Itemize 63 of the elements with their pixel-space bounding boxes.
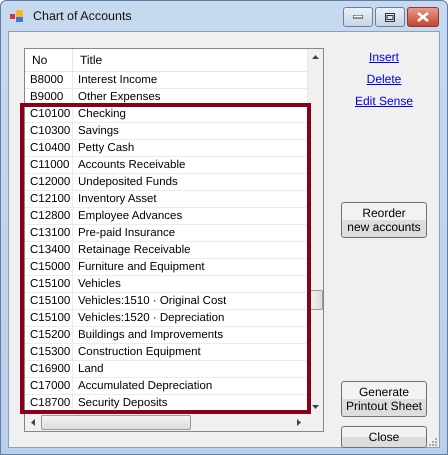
scroll-down-icon (312, 405, 319, 409)
account-number: B9000 (25, 89, 73, 105)
account-title: Inventory Asset (77, 192, 157, 207)
close-icon (417, 12, 429, 22)
scroll-thumb[interactable] (41, 415, 191, 430)
account-title: Vehicles:1510 · Original Cost (77, 294, 226, 309)
column-header[interactable]: Title (73, 49, 102, 71)
account-title: Land (77, 362, 104, 377)
account-number: C11000 (25, 157, 73, 173)
account-number: C15100 (25, 293, 73, 309)
column-header[interactable]: No (25, 49, 73, 71)
account-number: C13100 (25, 225, 73, 241)
scroll-left-icon (31, 419, 35, 426)
account-title: Other Expenses (77, 90, 160, 105)
account-title: Buildings and Improvements (77, 328, 224, 343)
account-number: C15000 (25, 259, 73, 275)
resize-grip-icon (427, 436, 437, 446)
account-title: Accounts Receivable (77, 158, 186, 173)
close-button[interactable] (407, 7, 439, 27)
maximize-icon (385, 12, 395, 22)
account-number: C15100 (25, 276, 73, 292)
account-title: Petty Cash (77, 141, 134, 156)
link[interactable]: Delete (366, 71, 402, 87)
link[interactable]: Edit Sense (354, 93, 414, 109)
action-button[interactable]: Reorder new accounts (341, 202, 427, 238)
account-number: C18700 (25, 395, 73, 411)
action-button[interactable]: Generate Printout Sheet (341, 381, 427, 417)
account-number: C15200 (25, 327, 73, 343)
link[interactable]: Insert (368, 49, 399, 65)
account-title: Checking (77, 107, 126, 122)
action-button[interactable]: Close (341, 426, 427, 448)
account-title: Employee Advances (77, 209, 182, 224)
account-title: Retainage Receivable (77, 243, 191, 258)
account-title: Vehicles (77, 277, 121, 292)
horizontal-scrollbar[interactable] (25, 414, 323, 431)
scroll-up-icon (312, 55, 319, 59)
account-title: Interest Income (77, 73, 158, 88)
window-title: Chart of Accounts (33, 9, 133, 23)
account-number: C17000 (25, 378, 73, 394)
account-number: C12100 (25, 191, 73, 207)
account-title: Vehicles:1520 · Depreciation (77, 311, 224, 326)
account-number: C12800 (25, 208, 73, 224)
account-number: C13400 (25, 242, 73, 258)
account-title: Accumulated Depreciation (77, 379, 212, 394)
account-title: Construction Equipment (77, 345, 201, 360)
account-title: Savings (77, 124, 119, 139)
account-title: Undeposited Funds (77, 175, 178, 190)
app-icon (9, 8, 25, 24)
scroll-right-icon (297, 419, 301, 426)
account-title: Furniture and Equipment (77, 260, 205, 275)
account-number: C10100 (25, 106, 73, 122)
account-number: C10400 (25, 140, 73, 156)
maximize-button[interactable] (375, 7, 405, 27)
account-number: C16900 (25, 361, 73, 377)
minimize-button[interactable] (343, 7, 373, 27)
account-number: B8000 (25, 72, 73, 88)
account-number: C12000 (25, 174, 73, 190)
account-title: Security Deposits (77, 396, 168, 411)
account-number: C15100 (25, 310, 73, 326)
account-number: C15300 (25, 344, 73, 360)
account-number: C10300 (25, 123, 73, 139)
minimize-icon (353, 15, 363, 19)
account-title: Pre-paid Insurance (77, 226, 176, 241)
